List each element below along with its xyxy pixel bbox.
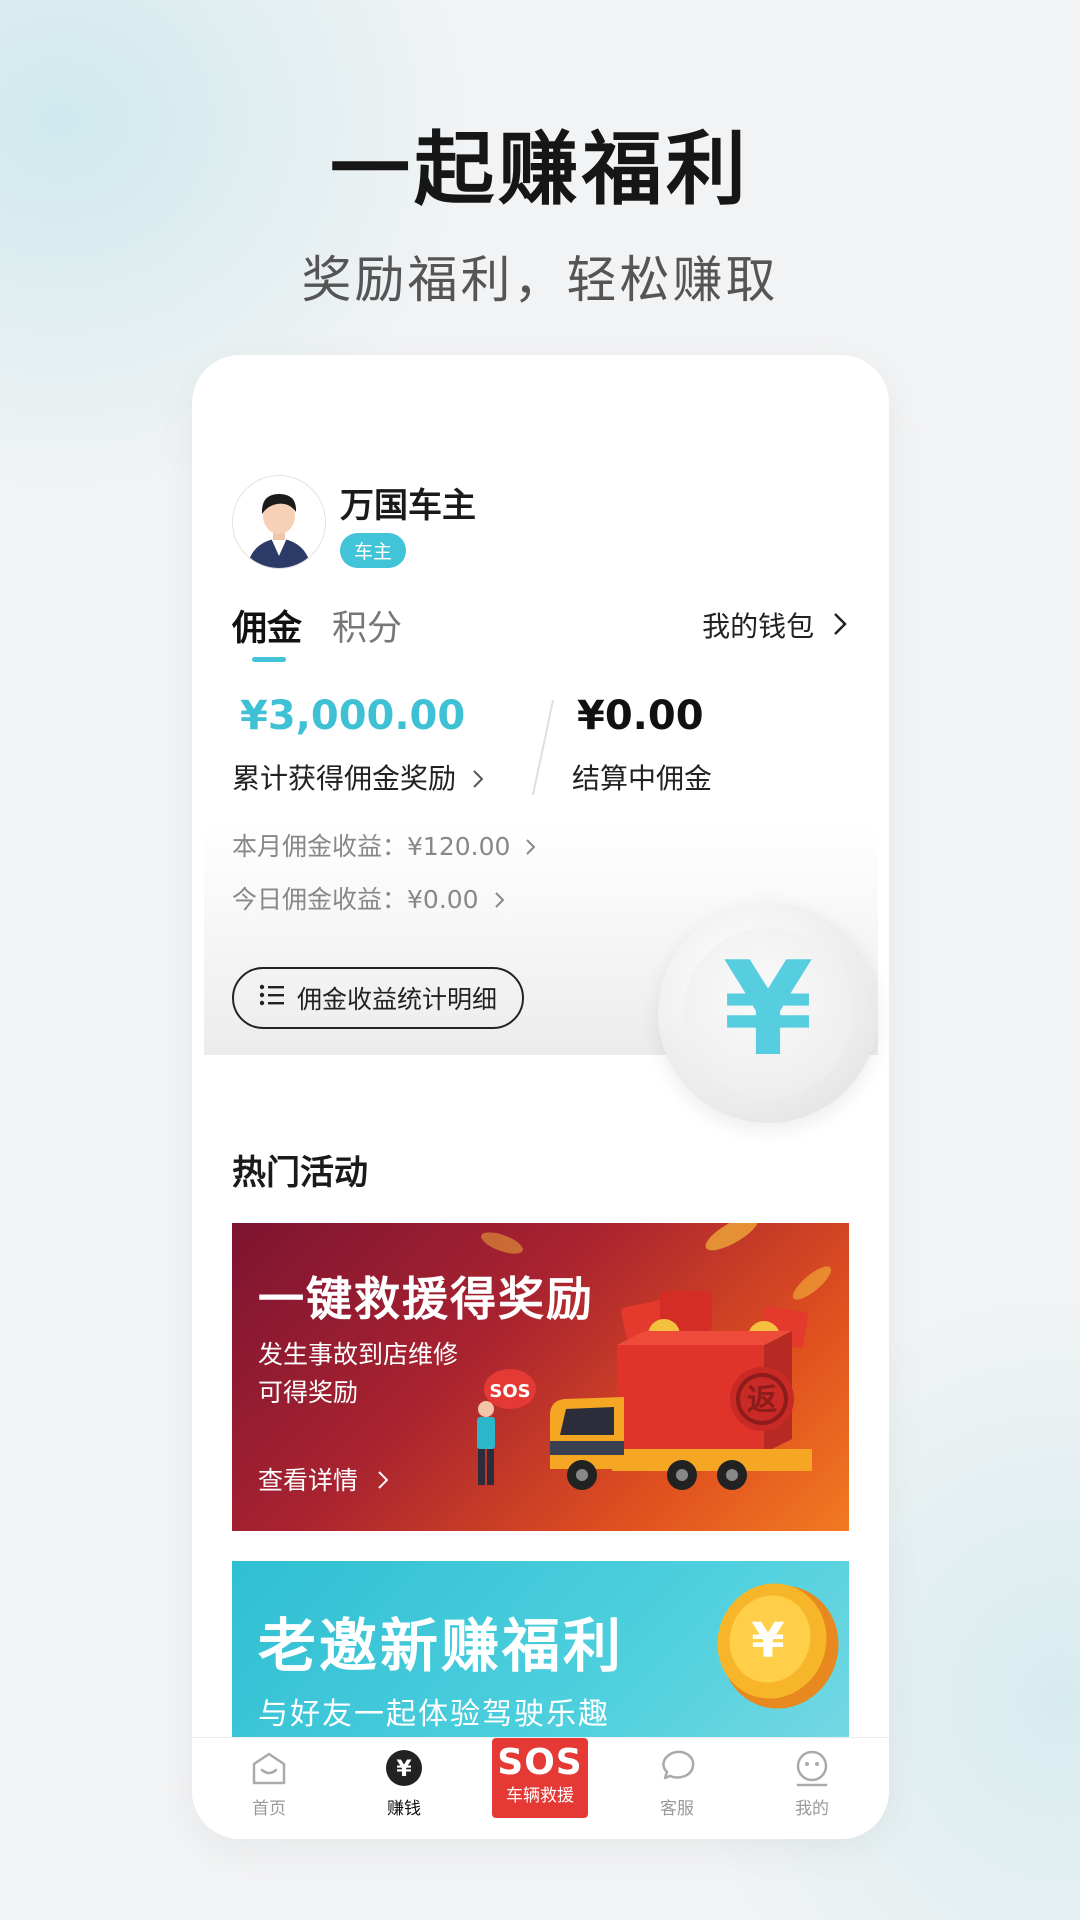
cumulative-commission-amount: ¥3,000.00: [240, 693, 466, 739]
rescue-banner-link-label: 查看详情: [258, 1466, 359, 1495]
user-name: 万国车主: [340, 486, 476, 526]
today-commission-link[interactable]: 今日佣金收益：¥0.00: [232, 880, 504, 916]
tab-indicator: [252, 657, 286, 662]
svg-text:返: 返: [747, 1383, 777, 1418]
rescue-banner-subtitle-1: 发生事故到店维修: [258, 1340, 459, 1369]
nav-earn[interactable]: ¥ 赚钱: [354, 1738, 454, 1819]
bottom-nav: 首页 ¥ 赚钱 SOS 车辆救援 客服 我的: [192, 1737, 889, 1839]
coin-decoration: ¥: [658, 903, 878, 1123]
tab-points[interactable]: 积分: [332, 600, 402, 651]
month-commission-value: ¥120.00: [407, 832, 511, 861]
chevron-right-icon: [494, 885, 504, 914]
settling-commission-label: 结算中佣金: [572, 762, 713, 795]
rescue-reward-banner[interactable]: 返 SOS 一键救援得奖励 发生事故到店维修 可得奖励 查看详情: [232, 1223, 849, 1531]
rescue-banner-title: 一键救援得奖励: [258, 1272, 594, 1326]
my-wallet-label: 我的钱包: [702, 610, 815, 643]
invite-banner-subtitle: 与好友一起体验驾驶乐趣: [258, 1697, 610, 1732]
yuan-icon: ¥: [722, 933, 814, 1085]
invite-banner-title: 老邀新赚福利: [258, 1612, 625, 1680]
cumulative-commission-link[interactable]: 累计获得佣金奖励: [232, 757, 484, 797]
avatar[interactable]: [232, 475, 326, 569]
svg-text:¥: ¥: [396, 1757, 412, 1782]
sos-icon: SOS: [497, 1742, 583, 1783]
phone-frame: ¥ 万国车主 车主 佣金 积分 我的钱包 ¥3,000.00 累计获得佣金奖励 …: [192, 355, 889, 1839]
today-commission-value: ¥0.00: [407, 885, 479, 914]
list-icon: [259, 983, 285, 1013]
nav-home-label: 首页: [252, 1799, 286, 1819]
cumulative-commission-label: 累计获得佣金奖励: [232, 762, 457, 795]
svg-text:¥: ¥: [751, 1613, 784, 1669]
nav-customer-service[interactable]: 客服: [627, 1738, 727, 1819]
hero-subtitle: 奖励福利，轻松赚取: [301, 251, 779, 309]
section-title-hot-activities: 热门活动: [232, 1153, 368, 1193]
my-wallet-link[interactable]: 我的钱包: [702, 605, 847, 645]
nav-earn-label: 赚钱: [387, 1799, 421, 1819]
profile-icon: [792, 1748, 832, 1788]
nav-home[interactable]: 首页: [219, 1738, 319, 1819]
settling-commission-amount: ¥0.00: [577, 693, 704, 739]
nav-profile[interactable]: 我的: [762, 1738, 862, 1819]
tab-commission[interactable]: 佣金: [232, 600, 302, 651]
rescue-banner-subtitle-2: 可得奖励: [258, 1378, 359, 1407]
chevron-right-icon: [378, 1466, 389, 1495]
month-commission-link[interactable]: 本月佣金收益：¥120.00: [232, 827, 536, 863]
chat-icon: [657, 1748, 697, 1788]
nav-sos-label: 车辆救援: [506, 1786, 574, 1806]
chevron-right-icon: [833, 610, 847, 643]
home-icon: [249, 1748, 289, 1788]
earn-icon: ¥: [384, 1748, 424, 1788]
nav-customer-service-label: 客服: [660, 1799, 694, 1819]
commission-detail-button[interactable]: 佣金收益统计明细: [232, 967, 524, 1029]
nav-profile-label: 我的: [795, 1799, 829, 1819]
month-commission-label: 本月佣金收益：: [232, 832, 408, 861]
role-badge: 车主: [340, 533, 407, 568]
rescue-banner-link[interactable]: 查看详情: [258, 1461, 389, 1497]
nav-sos-rescue[interactable]: SOS 车辆救援: [492, 1738, 588, 1818]
chevron-right-icon: [526, 832, 536, 861]
chevron-right-icon: [473, 762, 484, 795]
today-commission-label: 今日佣金收益：: [232, 885, 408, 914]
hero-title: 一起赚福利: [330, 123, 750, 216]
stats-divider: [531, 700, 555, 795]
svg-text:SOS: SOS: [489, 1381, 530, 1402]
coin-face: ¥: [683, 928, 853, 1098]
commission-detail-label: 佣金收益统计明细: [296, 985, 497, 1014]
